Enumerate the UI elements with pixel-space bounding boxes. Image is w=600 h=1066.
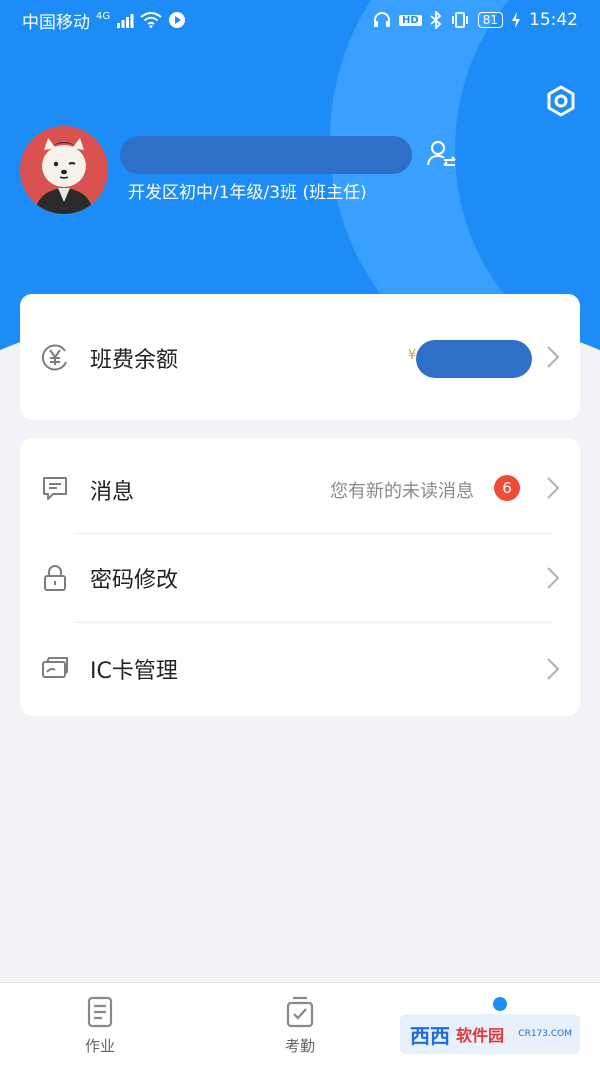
battery-level: 81: [477, 12, 503, 28]
hd-indicator: HD: [399, 14, 422, 26]
watermark-text: 软件园: [456, 1026, 505, 1045]
tab-homework[interactable]: 作业: [40, 995, 160, 1056]
username-redacted: [120, 136, 412, 174]
balance-label: 班费余额: [90, 348, 179, 373]
tab-label: 考勤: [284, 1037, 315, 1055]
wifi-icon: [140, 12, 162, 28]
chevron-right-icon: [547, 567, 560, 589]
carrier-name: 中国移动: [22, 12, 90, 33]
attendance-icon: [286, 996, 314, 1028]
status-bar: 中国移动 4G HD 81 15:42: [0, 0, 600, 40]
menu-card: 消息 您有新的未读消息 6 密码修改 IC卡管理: [20, 438, 580, 716]
watermark-brand: 西西: [410, 1023, 450, 1048]
chevron-right-icon: [547, 346, 560, 368]
chevron-right-icon: [547, 477, 560, 499]
play-icon: [169, 12, 186, 28]
signal-icon: [117, 14, 134, 28]
balance-row[interactable]: 班费余额 ¥: [20, 294, 580, 420]
headphones-icon: [374, 12, 391, 27]
vibrate-icon: [451, 12, 468, 28]
ic-card-label: IC卡管理: [90, 659, 178, 684]
avatar[interactable]: [20, 126, 108, 214]
lock-icon: [44, 565, 66, 591]
menu-item-messages[interactable]: 消息 您有新的未读消息 6: [20, 438, 580, 534]
tab-attendance[interactable]: 考勤: [240, 995, 360, 1056]
unread-note: 您有新的未读消息: [330, 481, 474, 502]
bluetooth-icon: [430, 11, 442, 29]
homework-icon: [87, 996, 113, 1028]
network-type: 4G: [96, 10, 111, 22]
watermark: 西西 软件园 CR173.COM: [400, 1014, 580, 1054]
menu-item-ic-card[interactable]: IC卡管理: [20, 623, 580, 716]
balance-card[interactable]: 班费余额 ¥: [20, 294, 580, 420]
watermark-site: CR173.COM: [518, 1029, 572, 1039]
menu-item-password[interactable]: 密码修改: [20, 534, 580, 622]
password-label: 密码修改: [90, 568, 179, 593]
yen-icon: [41, 344, 67, 371]
avatar-image: [20, 126, 108, 214]
currency-sign: ¥: [408, 348, 417, 363]
messages-label: 消息: [90, 480, 135, 505]
switch-user-icon[interactable]: [426, 138, 458, 170]
card-icon: [42, 657, 68, 678]
tab-label: 作业: [84, 1037, 115, 1055]
chevron-right-icon: [547, 658, 560, 680]
charging-icon: [512, 12, 520, 28]
clock: 15:42: [529, 10, 578, 30]
class-info: 开发区初中/1年级/3班 (班主任): [128, 183, 367, 203]
unread-count-badge: 6: [494, 475, 520, 501]
settings-icon[interactable]: [544, 84, 578, 118]
balance-value-redacted: [416, 340, 532, 378]
message-icon: [43, 477, 67, 500]
